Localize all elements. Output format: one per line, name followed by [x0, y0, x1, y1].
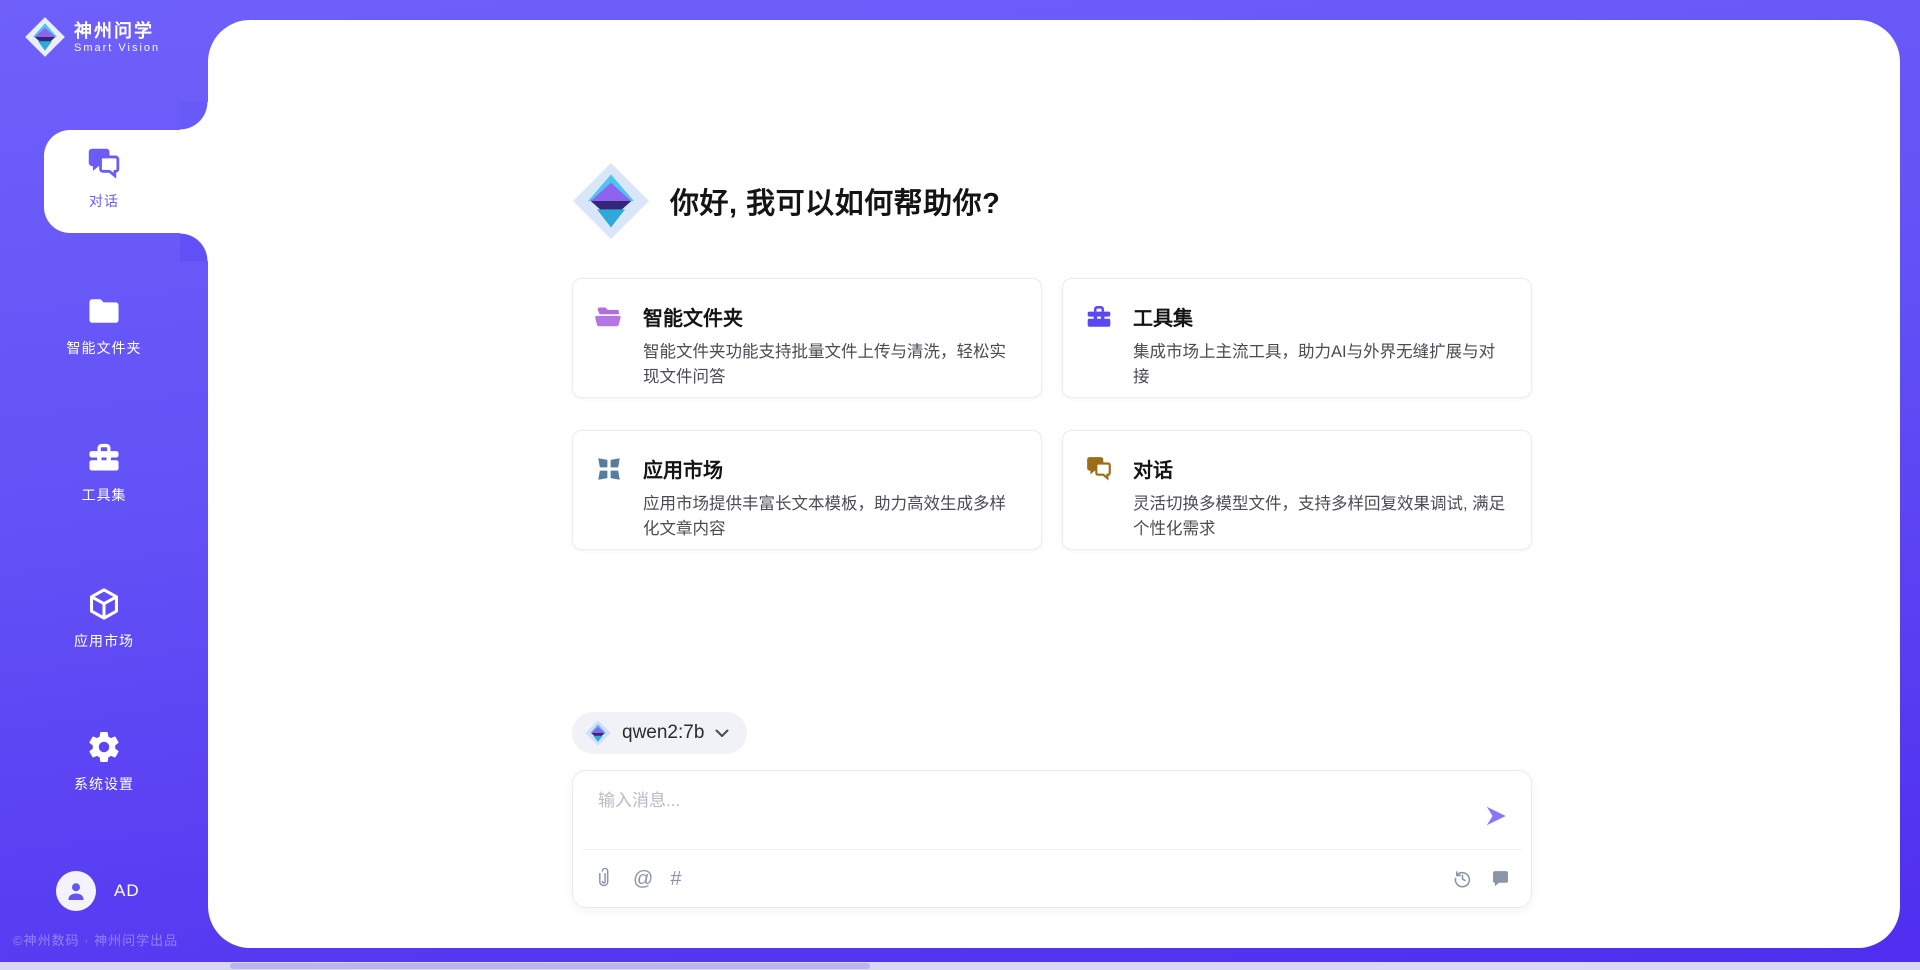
- model-logo-icon: [585, 719, 611, 747]
- tab-fillet-bottom: [180, 233, 208, 261]
- sidebar-item-smart-folder[interactable]: 智能文件夹: [0, 293, 208, 358]
- greeting-text: 你好, 我可以如何帮助你?: [670, 180, 1000, 222]
- card-description: 智能文件夹功能支持批量文件上传与清洗，轻松实现文件问答: [643, 340, 1019, 390]
- composer-toolbar: @ #: [595, 850, 1511, 907]
- message-composer: @ #: [572, 770, 1532, 908]
- brand-name: 神州问学: [74, 20, 160, 42]
- card-title: 对话: [1133, 454, 1509, 483]
- user-initials: AD: [114, 881, 140, 901]
- sidebar-footer: ©神州数码 · 神州问学出品: [13, 930, 178, 949]
- greeting: 你好, 我可以如何帮助你?: [572, 160, 1000, 242]
- app-root: 神州问学 Smart Vision 对话 智能文件夹 工具集: [0, 0, 1920, 970]
- feature-cards: 智能文件夹 智能文件夹功能支持批量文件上传与清洗，轻松实现文件问答 工具集 集成…: [572, 278, 1532, 550]
- sidebar-item-label: 系统设置: [74, 774, 134, 794]
- message-input[interactable]: [596, 784, 1456, 840]
- card-smart-folder[interactable]: 智能文件夹 智能文件夹功能支持批量文件上传与清洗，轻松实现文件问答: [572, 278, 1042, 398]
- chat-icon: [1085, 455, 1113, 483]
- sidebar-item-toolset[interactable]: 工具集: [0, 440, 208, 505]
- sidebar-item-label: 对话: [89, 191, 119, 211]
- greeting-logo-icon: [572, 160, 650, 242]
- person-icon: [64, 879, 88, 903]
- card-app-market[interactable]: 应用市场 应用市场提供丰富长文本模板，助力高效生成多样化文章内容: [572, 430, 1042, 550]
- sidebar-item-chat[interactable]: 对话: [0, 146, 208, 211]
- cube-icon: [86, 586, 122, 622]
- briefcase-icon: [1085, 303, 1113, 331]
- card-description: 集成市场上主流工具，助力AI与外界无缝扩展与对接: [1133, 340, 1509, 390]
- sidebar-item-settings[interactable]: 系统设置: [0, 729, 208, 794]
- brand: 神州问学 Smart Vision: [24, 16, 160, 58]
- sidebar-item-app-market[interactable]: 应用市场: [0, 586, 208, 651]
- sidebar-item-label: 工具集: [82, 485, 127, 505]
- brand-logo-icon: [24, 16, 66, 58]
- horizontal-scrollbar[interactable]: [0, 962, 1920, 970]
- chevron-down-icon: [715, 729, 729, 738]
- chat-icon: [86, 146, 122, 182]
- briefcase-icon: [86, 440, 122, 476]
- card-description: 应用市场提供丰富长文本模板，助力高效生成多样化文章内容: [643, 492, 1019, 542]
- user-profile[interactable]: AD: [56, 871, 140, 911]
- feedback-bubble-icon[interactable]: [1490, 868, 1511, 889]
- avatar: [56, 871, 96, 911]
- sidebar-item-label: 应用市场: [74, 631, 134, 651]
- tab-fillet-top: [180, 102, 208, 130]
- card-title: 智能文件夹: [643, 302, 1019, 331]
- card-description: 灵活切换多模型文件，支持多样回复效果调试, 满足个性化需求: [1133, 492, 1509, 542]
- card-chat[interactable]: 对话 灵活切换多模型文件，支持多样回复效果调试, 满足个性化需求: [1062, 430, 1532, 550]
- scrollbar-thumb[interactable]: [230, 963, 870, 969]
- topic-icon[interactable]: #: [670, 869, 681, 889]
- card-toolset[interactable]: 工具集 集成市场上主流工具，助力AI与外界无缝扩展与对接: [1062, 278, 1532, 398]
- paperclip-icon[interactable]: [595, 868, 616, 889]
- mention-icon[interactable]: @: [633, 869, 653, 889]
- folder-open-icon: [595, 303, 623, 331]
- card-title: 工具集: [1133, 302, 1509, 331]
- brand-subtitle: Smart Vision: [74, 42, 160, 54]
- card-title: 应用市场: [643, 454, 1019, 483]
- grid-icon: [595, 455, 623, 483]
- send-icon[interactable]: [1483, 803, 1509, 829]
- model-name: qwen2:7b: [622, 722, 704, 744]
- model-selector[interactable]: qwen2:7b: [572, 712, 747, 754]
- folder-icon: [86, 293, 122, 329]
- history-icon[interactable]: [1452, 868, 1473, 889]
- sidebar-item-label: 智能文件夹: [67, 338, 142, 358]
- gear-icon: [86, 729, 122, 765]
